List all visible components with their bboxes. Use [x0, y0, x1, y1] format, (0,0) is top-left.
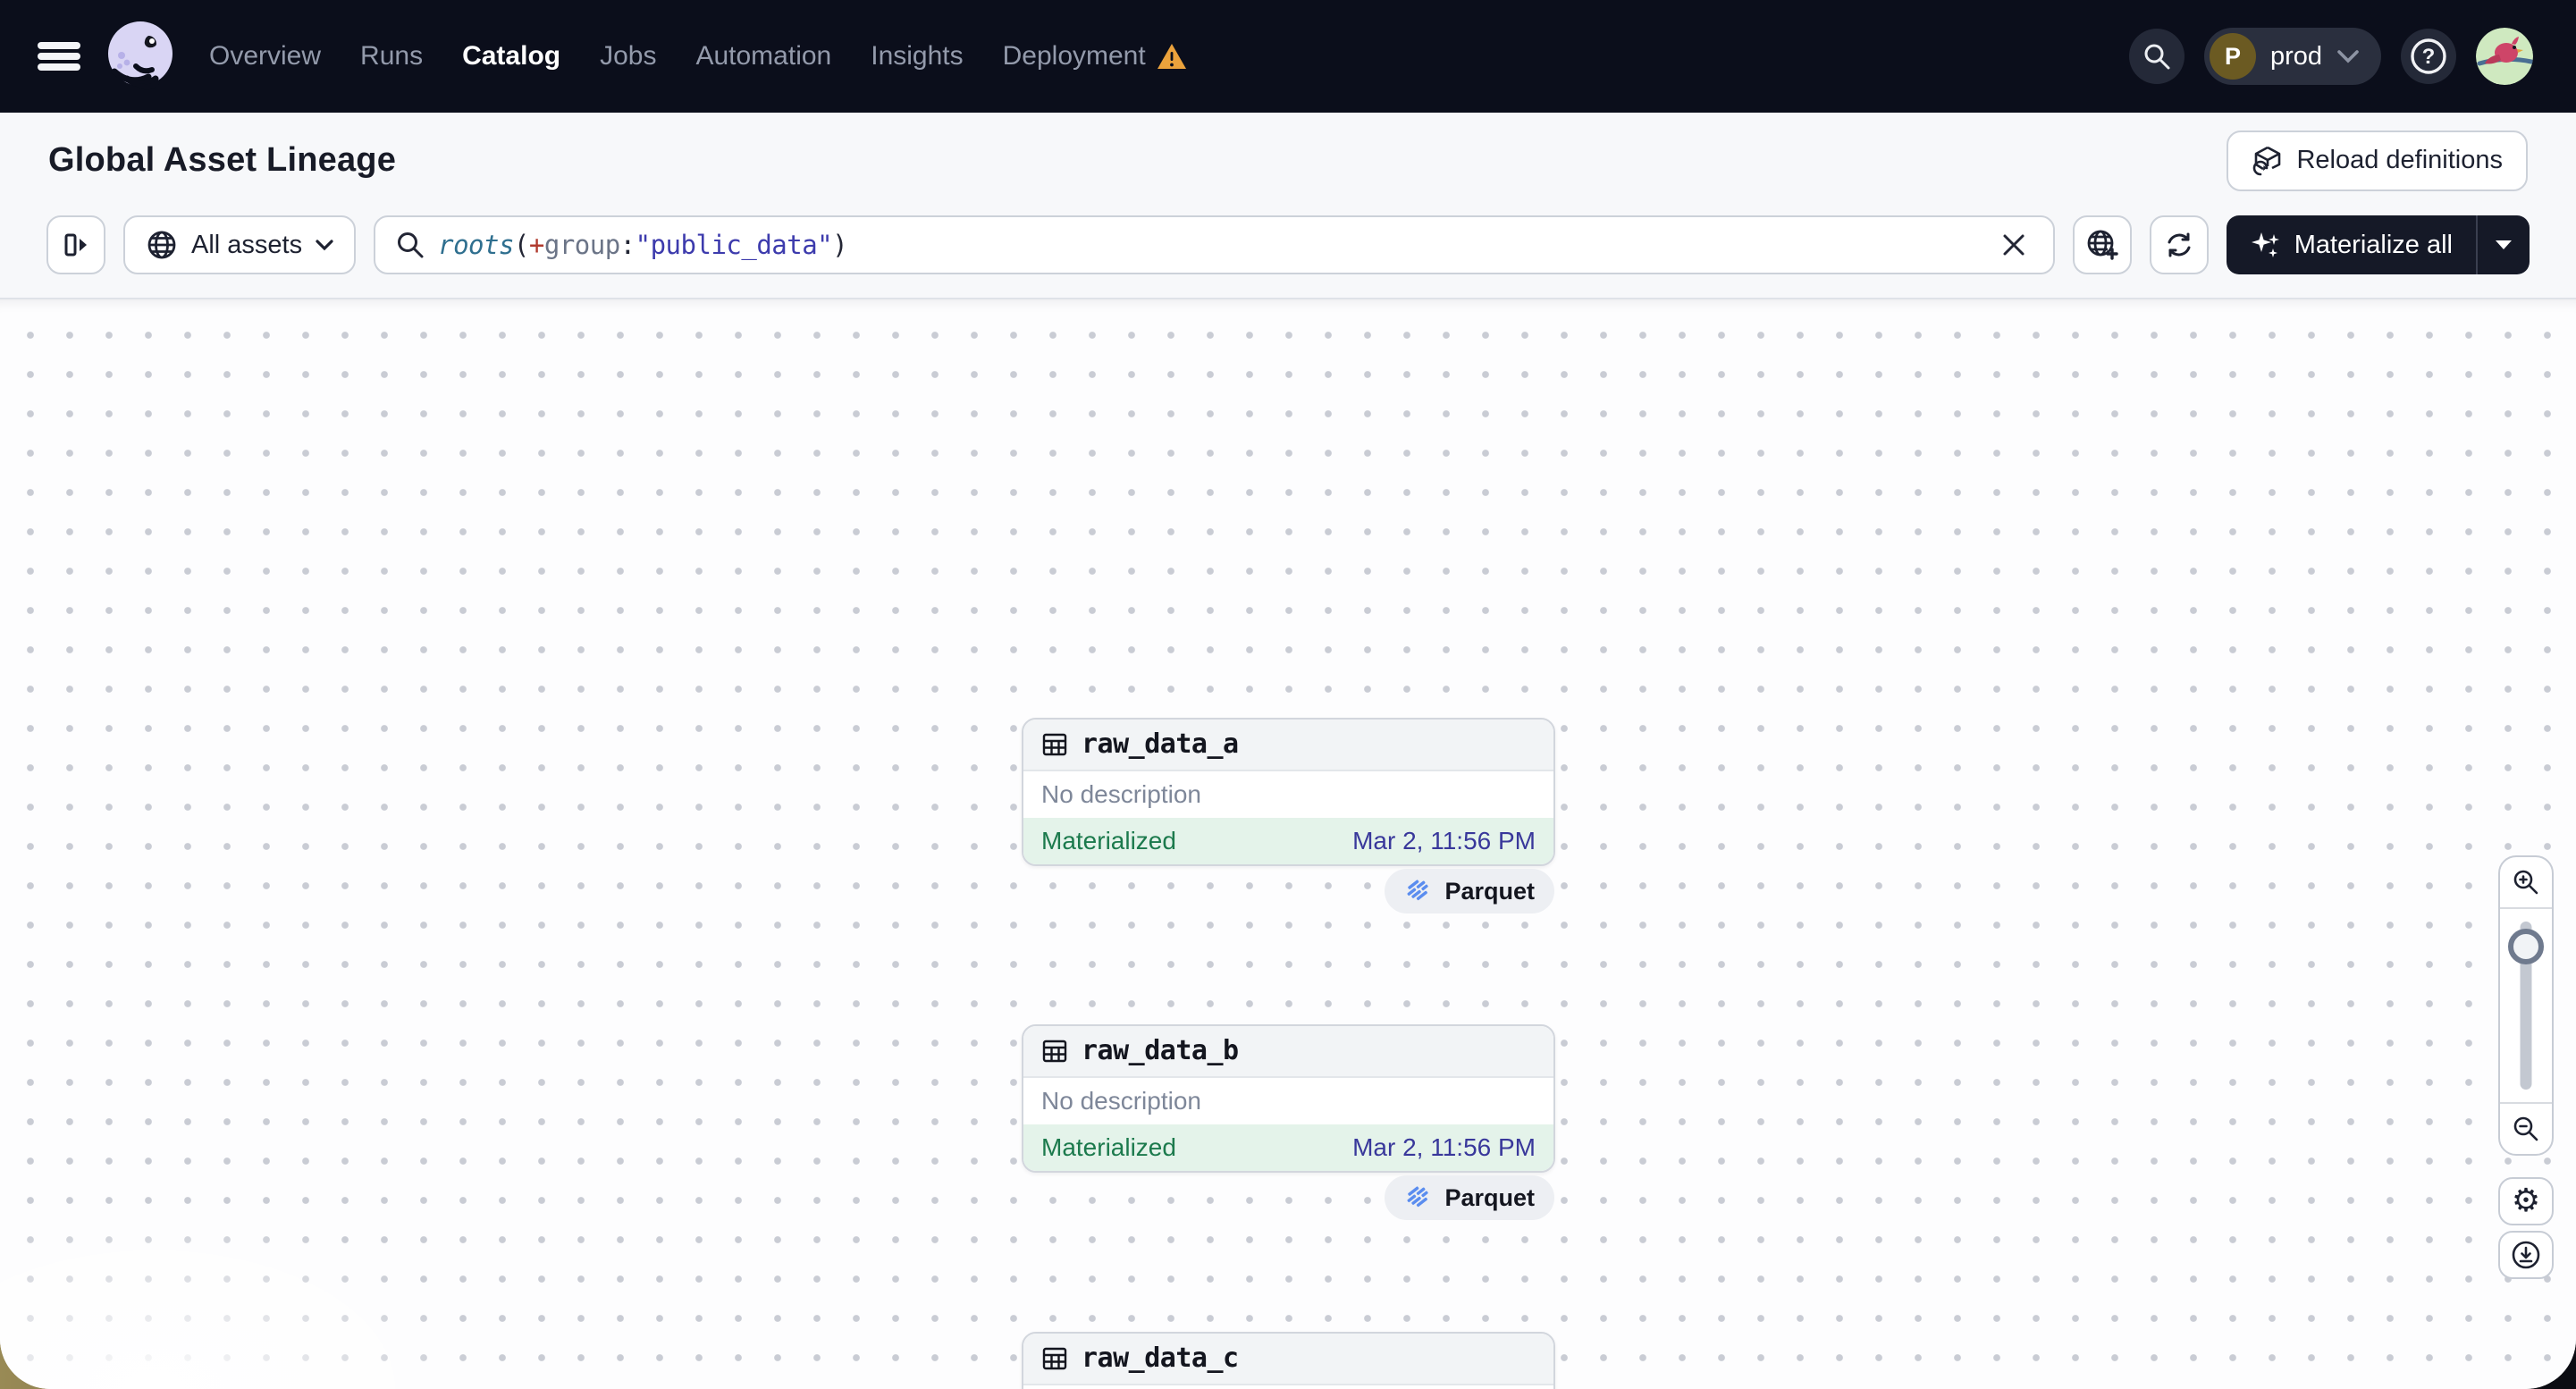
asset-node-header: raw_data_c: [1023, 1334, 1553, 1385]
kind-badge-label: Parquet: [1444, 1183, 1535, 1211]
materialize-all-split-button: Materialize all: [2226, 215, 2530, 274]
dagster-app-window: Overview Runs Catalog Jobs Automation In…: [0, 0, 2576, 1389]
kind-badge-label: Parquet: [1444, 877, 1535, 905]
gear-icon: ⚙: [2511, 1183, 2541, 1219]
page-header: Global Asset Lineage Reload definitions: [0, 113, 2576, 208]
materialization-timestamp[interactable]: Mar 2, 11:56 PM: [1352, 1133, 1536, 1162]
globe-add-icon: [2084, 227, 2120, 263]
asset-status-row: Materialized Mar 2, 11:56 PM: [1023, 818, 1553, 864]
parquet-icon: [1404, 877, 1433, 905]
deployment-name: prod: [2269, 41, 2322, 71]
nav-right-cluster: P prod ?: [2128, 28, 2533, 85]
zoom-out-icon: [2512, 1115, 2540, 1143]
dagster-logo-icon[interactable]: [105, 20, 175, 93]
asset-selection-query: roots(+group:"public_data"): [438, 230, 848, 260]
refresh-icon: [2162, 228, 2196, 262]
page-title: Global Asset Lineage: [48, 141, 397, 179]
zoom-in-button[interactable]: [2500, 857, 2552, 909]
asset-node-header: raw_data_a: [1023, 720, 1553, 771]
deployment-switcher[interactable]: P prod: [2203, 28, 2381, 85]
materialize-all-button[interactable]: Materialize all: [2227, 215, 2476, 274]
asset-node-raw-data-a[interactable]: raw_data_a No description Materialized M…: [1022, 718, 1555, 866]
asset-node-raw-data-c[interactable]: raw_data_c No description Materialized M…: [1022, 1332, 1555, 1389]
desktop-wallpaper: Overview Runs Catalog Jobs Automation In…: [0, 0, 2576, 1389]
panel-toggle-icon: [60, 229, 92, 261]
reload-definitions-icon: [2252, 145, 2284, 177]
hamburger-menu-icon[interactable]: [36, 38, 82, 74]
svg-text:?: ?: [2422, 45, 2436, 69]
sparkles-icon: [2250, 229, 2282, 261]
nav-item-insights[interactable]: Insights: [871, 41, 963, 72]
user-avatar[interactable]: [2476, 28, 2533, 85]
nav-items: Overview Runs Catalog Jobs Automation In…: [209, 41, 1187, 72]
zoom-in-icon: [2512, 868, 2540, 897]
nav-item-catalog[interactable]: Catalog: [462, 41, 560, 72]
asset-status-row: Materialized Mar 2, 11:56 PM: [1023, 1124, 1553, 1171]
asset-name: raw_data_b: [1082, 1035, 1239, 1066]
parquet-icon: [1404, 1183, 1433, 1212]
chevron-down-icon: [2336, 49, 2360, 63]
warning-icon: [1157, 42, 1187, 71]
materialized-status: Materialized: [1041, 827, 1176, 854]
nav-item-automation[interactable]: Automation: [695, 41, 831, 72]
caret-down-icon: [2494, 239, 2513, 251]
kind-badge-parquet[interactable]: Parquet: [1385, 869, 1554, 913]
refresh-button[interactable]: [2149, 215, 2209, 274]
search-icon: [2142, 41, 2172, 72]
table-icon: [1041, 731, 1068, 758]
asset-name: raw_data_c: [1082, 1343, 1239, 1374]
asset-node-header: raw_data_b: [1023, 1026, 1553, 1078]
materialize-options-button[interactable]: [2478, 215, 2530, 274]
zoom-slider-thumb[interactable]: [2508, 929, 2544, 964]
globe-icon: [145, 228, 179, 262]
nav-item-runs[interactable]: Runs: [360, 41, 423, 72]
table-icon: [1041, 1345, 1068, 1372]
asset-description: No description: [1023, 1078, 1553, 1124]
zoom-slider[interactable]: [2500, 909, 2552, 1102]
download-icon: [2510, 1239, 2542, 1271]
table-icon: [1041, 1038, 1068, 1065]
nav-item-overview[interactable]: Overview: [209, 41, 321, 72]
asset-node-raw-data-b[interactable]: raw_data_b No description Materialized M…: [1022, 1024, 1555, 1173]
deployment-avatar: P: [2209, 33, 2256, 80]
chevron-down-icon: [315, 239, 334, 251]
lineage-canvas[interactable]: raw_data_a No description Materialized M…: [0, 299, 2576, 1389]
asset-scope-dropdown[interactable]: All assets: [123, 215, 357, 274]
top-navigation-bar: Overview Runs Catalog Jobs Automation In…: [0, 0, 2576, 113]
asset-description: No description: [1023, 1385, 1553, 1389]
nav-item-jobs[interactable]: Jobs: [600, 41, 656, 72]
asset-description: No description: [1023, 771, 1553, 818]
zoom-control-panel: [2498, 855, 2554, 1156]
kind-badge-parquet[interactable]: Parquet: [1385, 1175, 1554, 1220]
lineage-toolbar: All assets roots(+group:"public_data") M…: [0, 208, 2576, 299]
materialization-timestamp[interactable]: Mar 2, 11:56 PM: [1352, 827, 1536, 855]
help-button[interactable]: ?: [2401, 29, 2456, 84]
graph-settings-button[interactable]: ⚙: [2498, 1177, 2554, 1225]
open-side-panel-button[interactable]: [46, 215, 105, 274]
nav-item-deployment[interactable]: Deployment: [1003, 41, 1187, 72]
magnifier-icon: [395, 230, 425, 260]
view-all-assets-button[interactable]: [2072, 215, 2132, 274]
download-image-button[interactable]: [2498, 1231, 2554, 1279]
asset-name: raw_data_a: [1082, 728, 1239, 760]
materialized-status: Materialized: [1041, 1133, 1176, 1161]
help-icon: ?: [2409, 37, 2448, 76]
reload-definitions-button[interactable]: Reload definitions: [2227, 130, 2528, 191]
clear-query-button[interactable]: [1994, 225, 2033, 265]
asset-selection-input[interactable]: roots(+group:"public_data"): [374, 215, 2055, 274]
zoom-out-button[interactable]: [2500, 1102, 2552, 1154]
global-search-button[interactable]: [2128, 29, 2185, 84]
